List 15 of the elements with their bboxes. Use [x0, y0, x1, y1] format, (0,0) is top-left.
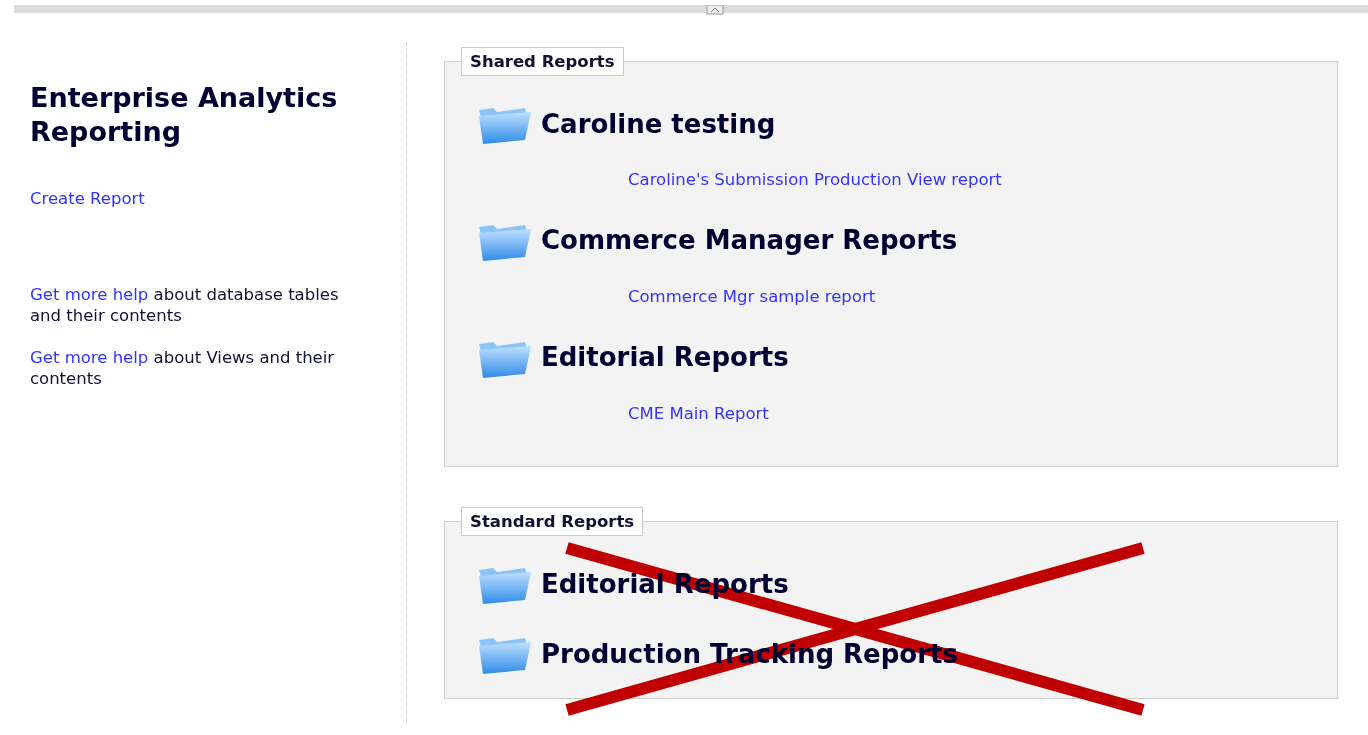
collapse-icon[interactable]: [706, 5, 724, 15]
folder-title[interactable]: Editorial Reports: [541, 338, 789, 377]
report-link[interactable]: CME Main Report: [628, 403, 769, 423]
help-text: Get more help about Views and their contents: [30, 346, 336, 389]
report-link[interactable]: Caroline's Submission Production View report: [628, 170, 1002, 189]
help-link[interactable]: Get more help: [30, 284, 149, 304]
create-report-link[interactable]: Create Report: [30, 189, 145, 208]
help-text: Get more help about database tables and their contents: [30, 283, 340, 326]
folder-title[interactable]: Commerce Manager Reports: [541, 221, 958, 261]
help-link[interactable]: Get more help: [30, 347, 149, 367]
folder-title[interactable]: Caroline testing: [541, 104, 776, 144]
group-legend: Shared Reports: [461, 47, 624, 76]
report-link[interactable]: Commerce Mgr sample report: [628, 286, 876, 306]
sidebar-title: Enterprise Analytics Reporting: [30, 81, 339, 149]
group-legend: Standard Reports: [461, 507, 644, 537]
